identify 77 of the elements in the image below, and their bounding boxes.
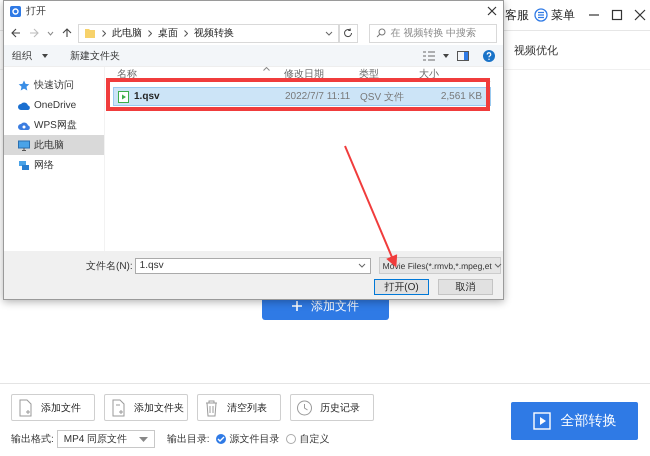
search-field[interactable]: 在 视频转换 中搜索 <box>368 24 497 42</box>
back-icon <box>11 28 21 38</box>
tab[interactable]: 视频优化 <box>514 42 558 58</box>
column-header[interactable]: 名称 <box>113 67 284 81</box>
output-format-select[interactable]: MP4 同原文件 <box>56 430 155 448</box>
search-icon <box>376 28 386 38</box>
play-icon <box>532 412 550 430</box>
table-cell-text: 2022/7/7 11:11 <box>285 91 352 102</box>
help-icon <box>483 50 495 62</box>
preview-pane-icon <box>457 50 469 60</box>
trash-icon <box>203 398 220 416</box>
nav-item[interactable]: WPS网盘 <box>4 115 104 135</box>
column-header[interactable]: 大小 <box>419 67 481 81</box>
caret-icon <box>443 54 449 58</box>
dialog-button[interactable]: 打开(O) <box>374 279 429 295</box>
cloud-icon <box>18 100 30 110</box>
folder-icon <box>84 27 96 39</box>
file-name: 1.qsv <box>134 91 160 102</box>
chevron-down-icon <box>494 263 502 268</box>
caret-icon <box>42 54 48 58</box>
toolbar-button[interactable]: 新建文件夹 <box>70 48 120 62</box>
output-dir-label: 输出目录: <box>166 432 210 446</box>
file-name-label: 文件名(N): <box>86 260 133 272</box>
menu-icon <box>534 8 548 22</box>
file-type-select[interactable]: Movie Files(*.rmvb,*.mpeg,et <box>378 257 501 274</box>
toolbar-button[interactable]: 组织 <box>12 48 48 62</box>
file-plus-icon <box>17 398 34 416</box>
close-icon[interactable] <box>487 6 497 16</box>
nav-item[interactable]: 快速访问 <box>4 75 104 95</box>
radio-label: 源文件目录 <box>230 432 280 446</box>
action-button[interactable]: 添加文件 <box>11 394 95 421</box>
file-row[interactable]: 1.qsv 2022/7/7 11:11 QSV 文件 2,561 KB <box>113 87 491 106</box>
nav-item[interactable]: 此电脑 <box>4 135 104 155</box>
chevron-down-icon <box>47 30 54 36</box>
file-name-field[interactable]: 1.qsv <box>134 258 371 274</box>
nav-item[interactable]: 网络 <box>4 155 104 175</box>
header-link[interactable]: 菜单 <box>551 6 575 24</box>
video-file-icon <box>118 90 129 102</box>
dialog-button[interactable]: 取消 <box>438 279 493 295</box>
table-cell-text: 2,561 KB <box>440 91 482 102</box>
chevron-right-icon <box>148 30 152 36</box>
refresh-icon <box>343 28 354 38</box>
breadcrumb-item[interactable]: 桌面 <box>158 26 178 40</box>
clock-icon <box>296 398 313 416</box>
close-icon <box>634 9 646 21</box>
sort-caret-icon <box>263 67 270 71</box>
breadcrumb-item[interactable]: 视频转换 <box>194 26 234 40</box>
refresh-button[interactable] <box>338 24 358 42</box>
action-button[interactable]: 添加文件夹 <box>104 394 188 421</box>
radio-button[interactable] <box>216 434 226 444</box>
action-button[interactable]: 清空列表 <box>197 394 281 421</box>
up-icon <box>62 28 72 38</box>
radio-button[interactable] <box>286 434 296 444</box>
radio-label: 自定义 <box>300 432 330 446</box>
chevron-right-icon <box>184 30 188 36</box>
action-button[interactable]: 历史记录 <box>290 394 374 421</box>
file-plus-icon <box>110 398 127 416</box>
address-bar[interactable]: 此电脑 桌面 视频转换 <box>78 24 339 42</box>
forward-icon <box>29 28 39 38</box>
star-icon <box>18 80 30 90</box>
cloud-icon <box>18 120 30 130</box>
column-header[interactable]: 类型 <box>359 67 419 81</box>
table-cell-text: QSV 文件 <box>360 90 405 104</box>
chevron-right-icon <box>102 30 106 36</box>
window-title: 打开 <box>26 4 47 18</box>
header-link[interactable]: 客服 <box>505 6 529 24</box>
app-icon <box>10 6 21 16</box>
breadcrumb-item[interactable]: 此电脑 <box>112 26 142 40</box>
column-header[interactable]: 修改日期 <box>284 67 359 81</box>
maximize-icon <box>611 9 623 21</box>
nav-item[interactable]: OneDrive <box>4 95 104 115</box>
chevron-down-icon <box>324 30 333 36</box>
convert-all-button[interactable]: 全部转换 <box>511 402 638 440</box>
chevron-down-icon <box>358 263 366 268</box>
caret-icon <box>138 436 148 442</box>
view-icon <box>423 50 435 60</box>
output-format-label: 输出格式: <box>11 432 54 446</box>
